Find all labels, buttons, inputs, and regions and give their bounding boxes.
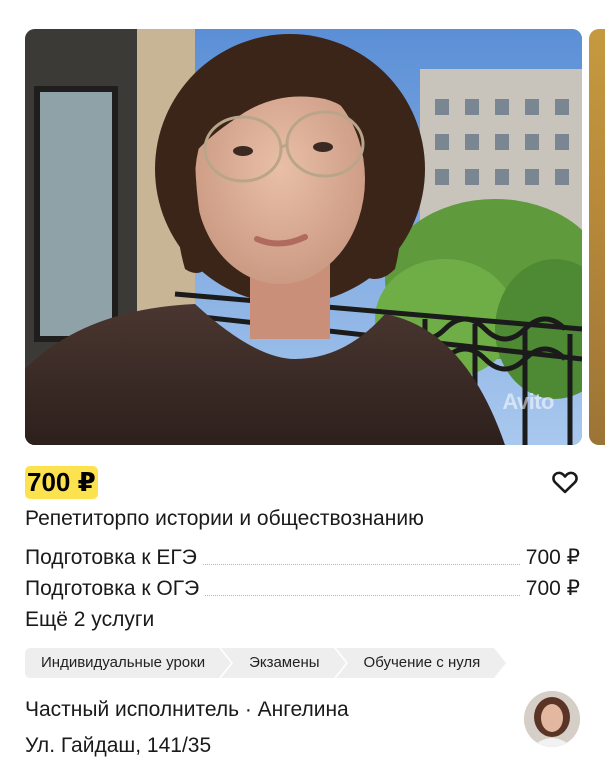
listing-title[interactable]: Репетиторпо истории и обществознанию — [25, 506, 424, 532]
service-row: Подготовка к ЕГЭ 700 ₽ — [25, 545, 580, 571]
listing-photo-image — [25, 29, 582, 445]
tag-from-scratch: Обучение с нуля — [335, 648, 507, 678]
tag-list: Индивидуальные уроки Экзамены Обучение с… — [25, 648, 508, 678]
photo-watermark: Avito — [502, 389, 554, 414]
service-price: 700 ₽ — [525, 577, 580, 600]
service-name: Подготовка к ЕГЭ — [25, 546, 197, 569]
service-leader-dots — [205, 595, 520, 596]
service-price: 700 ₽ — [525, 546, 580, 569]
listing-photo[interactable]: Avito — [25, 29, 582, 445]
service-leader-dots — [202, 564, 520, 565]
service-row: Подготовка к ОГЭ 700 ₽ — [25, 576, 580, 602]
favorite-button[interactable] — [551, 468, 579, 496]
avatar[interactable] — [524, 691, 580, 747]
more-services-link[interactable]: Ещё 2 услуги — [25, 607, 154, 633]
seller-info: Частный исполнитель · Ангелина — [25, 698, 349, 721]
tag-individual-lessons: Индивидуальные уроки — [25, 648, 232, 678]
service-name: Подготовка к ОГЭ — [25, 577, 200, 600]
avatar-image — [524, 691, 580, 747]
address: Ул. Гайдаш, 141/35 — [25, 734, 212, 757]
next-photo-preview[interactable] — [589, 29, 605, 445]
tag-exams: Экзамены — [221, 648, 347, 678]
heart-outline-icon — [552, 471, 578, 494]
price-badge: 700 ₽ — [25, 466, 98, 499]
